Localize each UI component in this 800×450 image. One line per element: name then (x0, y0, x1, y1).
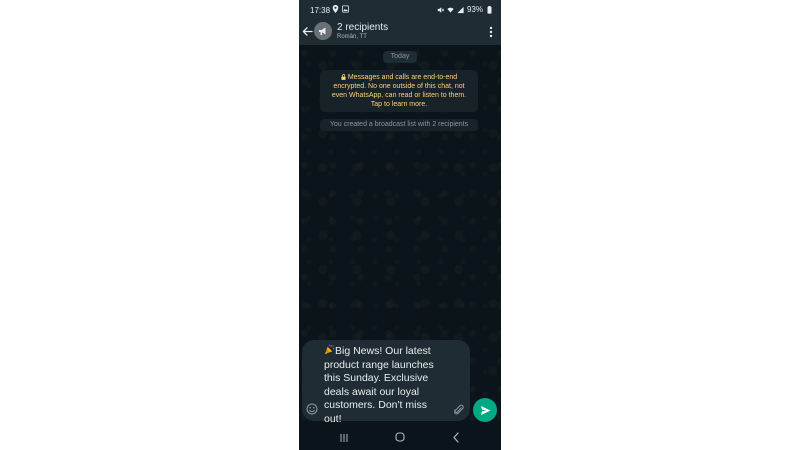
message-text-line-4: deals await our loyal (324, 385, 420, 398)
encryption-line-1: Messages and calls are end-to-end (320, 73, 478, 82)
status-bar: 17:38 93% (299, 0, 501, 20)
battery-percentage: 93% (466, 5, 483, 14)
broadcast-icon (319, 27, 326, 35)
avatar[interactable] (314, 22, 332, 40)
phone-screen: 17:38 93% 2 recipients Român, TT Today M… (299, 0, 501, 450)
system-nav-bar (299, 425, 501, 450)
encryption-notice[interactable]: Messages and calls are end-to-end encryp… (320, 70, 478, 112)
chat-header: 2 recipients Român, TT (299, 20, 501, 45)
more-vertical-icon[interactable] (489, 26, 493, 38)
message-line-1: Big News! Our latest (324, 344, 454, 359)
message-text-line-2: product range launches (324, 358, 434, 371)
send-button[interactable] (473, 398, 497, 422)
smiley-icon[interactable] (306, 403, 318, 415)
message-text-line-3: this Sunday. Exclusive (324, 372, 429, 384)
image-icon (342, 5, 349, 13)
encryption-text-line-4: Tap to learn more. (370, 101, 428, 108)
encryption-text-line-2: encrypted. No one outside of this chat, … (333, 83, 465, 90)
message-text-line-1: Big News! Our latest (335, 345, 431, 357)
battery-icon (487, 5, 492, 14)
chat-subtitle[interactable]: Român, TT (337, 34, 367, 40)
message-text-line-6: out! (324, 412, 342, 425)
message-composer: Big News! Our latest product range launc… (302, 340, 470, 425)
home-icon[interactable] (395, 432, 405, 442)
back-icon[interactable] (452, 432, 460, 443)
recents-icon[interactable] (339, 433, 349, 443)
status-right-icons: 93% (437, 5, 493, 14)
mute-icon (437, 6, 444, 13)
location-icon (332, 5, 339, 13)
lock-icon (341, 74, 346, 80)
encryption-text-line-1: Messages and calls are end-to-end (347, 74, 458, 81)
date-chip: Today (383, 51, 417, 63)
message-input[interactable]: Big News! Our latest product range launc… (324, 344, 454, 426)
message-text-line-5: customers. Don't miss (324, 399, 427, 411)
status-time: 17:38 (310, 6, 331, 15)
paperclip-icon[interactable] (454, 404, 464, 416)
arrow-left-icon[interactable] (302, 26, 313, 37)
encryption-text-line-3: even WhatsApp, can read or listen to the… (331, 92, 467, 99)
status-left-icons (332, 5, 349, 13)
chat-title[interactable]: 2 recipients (337, 22, 388, 33)
screen: 17:38 93% 2 recipients Român, TT Today M… (0, 0, 800, 450)
system-message: You created a broadcast list with 2 reci… (320, 119, 478, 131)
send-icon (480, 405, 490, 415)
party-popper-icon (324, 344, 335, 355)
signal-icon (457, 6, 464, 13)
wifi-icon (447, 7, 454, 12)
